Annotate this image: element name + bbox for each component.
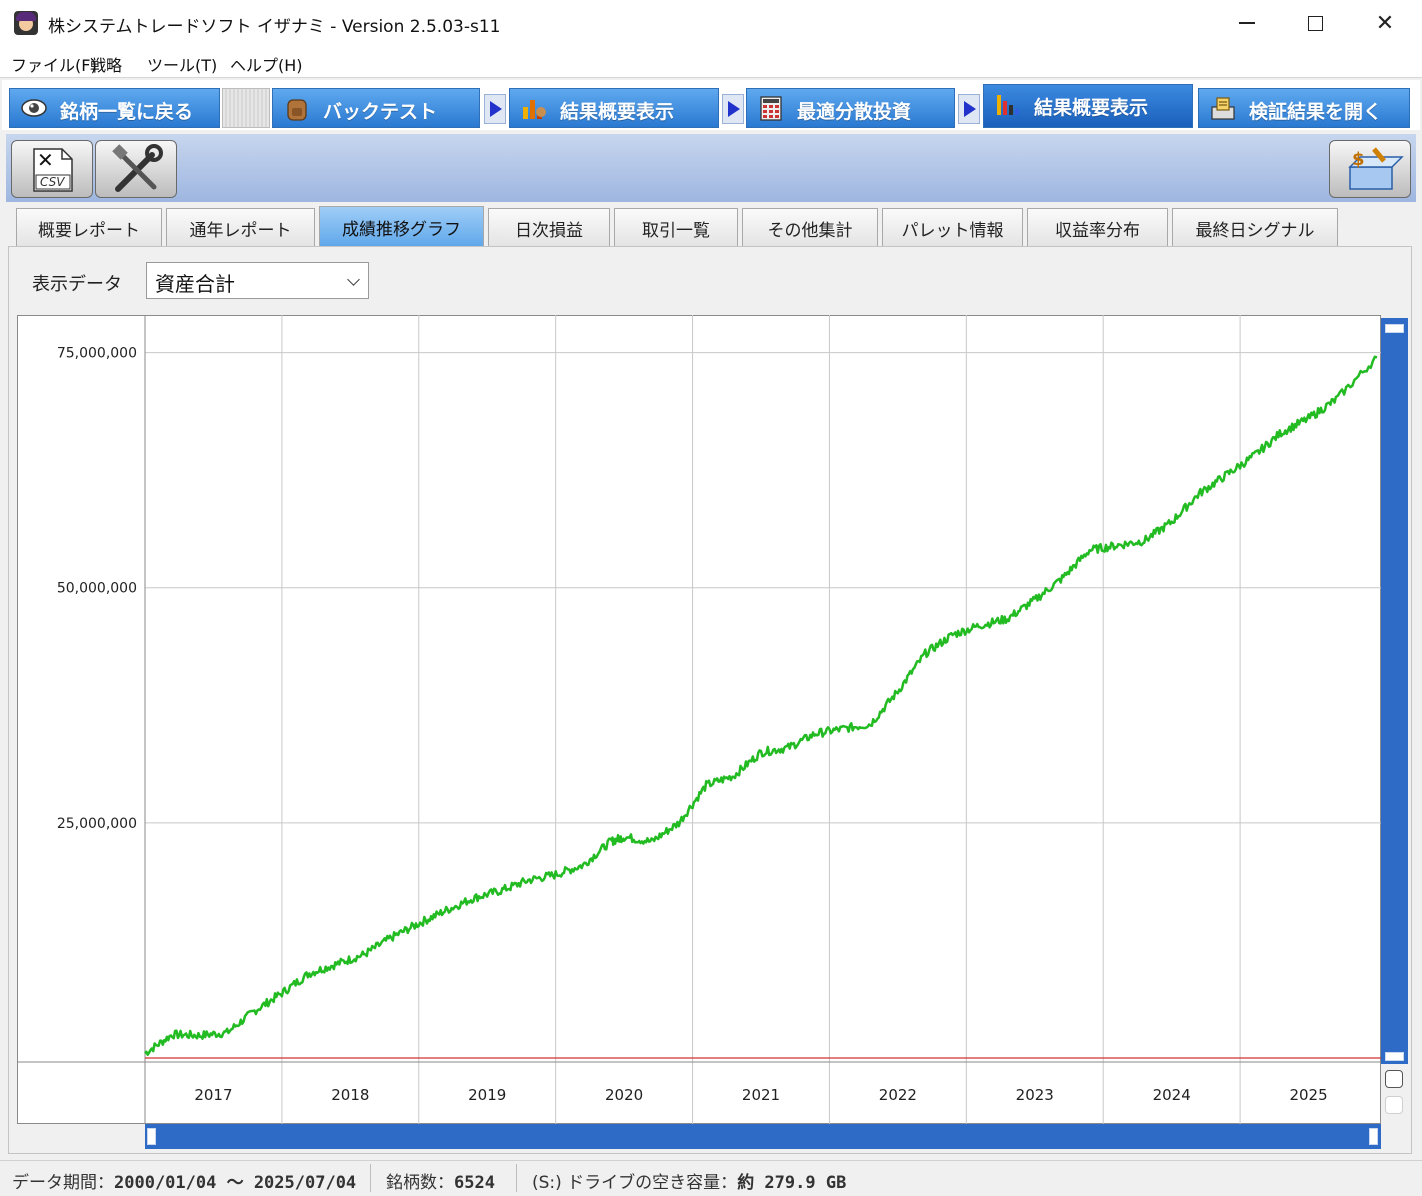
tab-results-summary-2[interactable]: 結果概要表示	[983, 84, 1193, 128]
csv-export-button[interactable]: ✕ CSV	[11, 140, 93, 198]
svg-text:✕: ✕	[37, 148, 54, 172]
status-drive-value: 約 279.9 GB	[737, 1173, 847, 1193]
x-tick-label: 2022	[879, 1086, 917, 1104]
svg-text:$: $	[1352, 149, 1365, 170]
tab-label: 銘柄一覧に戻る	[60, 101, 194, 123]
tab-label: 結果概要表示	[1034, 97, 1149, 119]
tab-backtest[interactable]: バックテスト	[272, 88, 480, 128]
x-tick-label: 2017	[194, 1086, 232, 1104]
menu-bar: ファイル(F) 戦略 ツール(T) ヘルプ(H)	[0, 46, 1422, 78]
tab-back-to-list[interactable]: 銘柄一覧に戻る	[9, 88, 220, 128]
y-tick-label: 75,000,000	[57, 346, 137, 362]
window-title: 株システムトレードソフト イザナミ - Version 2.5.03-s11	[48, 17, 501, 37]
close-icon: ✕	[1375, 10, 1395, 36]
flow-arrow-icon	[484, 94, 506, 124]
maximize-icon	[1307, 15, 1323, 31]
status-drive-space: (S:) ドライブの空き容量：約 279.9 GB	[532, 1168, 846, 1193]
status-period-label: データ期間：	[12, 1173, 114, 1193]
chart-option-checkbox-disabled	[1385, 1096, 1403, 1114]
x-tick-label: 2018	[331, 1086, 369, 1104]
app-logo-icon	[14, 11, 38, 35]
display-data-select[interactable]: 資産合計	[146, 262, 369, 299]
tab-label: バックテスト	[323, 101, 438, 123]
toolbar	[6, 134, 1416, 202]
subtab-annual-report[interactable]: 通年レポート	[166, 208, 315, 248]
minimize-button[interactable]	[1212, 0, 1282, 46]
tab-label: 結果概要表示	[560, 101, 675, 123]
vertical-scroll-handle-top[interactable]	[1385, 324, 1404, 333]
x-tick-label: 2020	[605, 1086, 643, 1104]
tab-open-results[interactable]: 検証結果を開く	[1198, 88, 1410, 128]
vertical-scroll-handle-bottom[interactable]	[1385, 1052, 1404, 1061]
money-box-button[interactable]: $	[1329, 140, 1411, 198]
status-separator	[370, 1164, 371, 1192]
horizontal-zoom-scrollbar[interactable]	[145, 1124, 1381, 1149]
title-bar: 株システムトレードソフト イザナミ - Version 2.5.03-s11 ✕	[0, 0, 1422, 46]
display-data-value: 資産合計	[155, 272, 235, 296]
tab-label: 最適分散投資	[797, 101, 912, 123]
flow-arrow-icon	[958, 94, 980, 124]
settings-tools-button[interactable]	[95, 140, 177, 198]
subtab-daily-pnl[interactable]: 日次損益	[488, 208, 610, 248]
y-tick-label: 50,000,000	[57, 581, 137, 597]
flow-arrow-icon	[722, 94, 744, 124]
subtab-summary-report[interactable]: 概要レポート	[16, 208, 162, 248]
status-count-label: 銘柄数：	[386, 1173, 454, 1193]
x-tick-label: 2021	[742, 1086, 780, 1104]
open-file-icon	[1211, 97, 1235, 120]
subtab-return-distribution[interactable]: 収益率分布	[1027, 208, 1168, 248]
horizontal-scroll-handle-right[interactable]	[1369, 1128, 1378, 1145]
menu-help[interactable]: ヘルプ(H)	[230, 52, 303, 76]
maximize-button[interactable]	[1280, 0, 1350, 46]
subtab-palette-info[interactable]: パレット情報	[882, 208, 1023, 248]
backpack-icon	[287, 99, 307, 121]
app-window: 株システムトレードソフト イザナミ - Version 2.5.03-s11 ✕…	[0, 0, 1422, 1196]
menu-file[interactable]: ファイル(F)	[11, 52, 97, 76]
y-tick-label: 25,000,000	[57, 816, 137, 832]
tab-results-summary-1[interactable]: 結果概要表示	[509, 88, 719, 128]
x-tick-label: 2023	[1016, 1086, 1054, 1104]
chevron-down-icon	[347, 273, 360, 286]
horizontal-scroll-handle-left[interactable]	[147, 1128, 156, 1145]
vertical-zoom-scrollbar[interactable]	[1381, 318, 1408, 1064]
tab-spacer	[222, 88, 270, 128]
display-data-label: 表示データ	[32, 274, 122, 295]
x-tick-label: 2019	[468, 1086, 506, 1104]
tab-optimal-diversification[interactable]: 最適分散投資	[746, 88, 955, 128]
csv-file-icon: ✕	[33, 148, 73, 192]
calculator-icon	[760, 96, 782, 121]
close-button[interactable]: ✕	[1350, 0, 1420, 46]
status-separator	[516, 1164, 517, 1192]
status-drive-label: (S:) ドライブの空き容量：	[532, 1173, 738, 1193]
bar-chart-icon	[523, 100, 546, 119]
subtab-other-stats[interactable]: その他集計	[742, 208, 878, 248]
eye-icon	[21, 99, 47, 117]
subtab-performance-graph[interactable]: 成績推移グラフ	[319, 206, 484, 248]
x-tick-label: 2024	[1153, 1086, 1191, 1104]
csv-label: CSV	[40, 175, 65, 189]
tools-icon	[112, 144, 163, 192]
menu-strategy[interactable]: 戦略	[90, 52, 122, 76]
status-period-value: 2000/01/04 〜 2025/07/04	[114, 1173, 357, 1193]
bar-chart-icon	[997, 95, 1019, 115]
money-box-icon: $	[1348, 147, 1404, 190]
chart-option-checkbox[interactable]	[1385, 1070, 1403, 1088]
minimize-icon	[1239, 22, 1255, 24]
subtab-last-day-signal[interactable]: 最終日シグナル	[1172, 208, 1338, 248]
performance-chart: 75,000,000 50,000,000 25,000,000 2017 2018 20…	[17, 315, 1381, 1124]
asset-total-series-line	[144, 355, 1378, 1056]
status-count-value: 6524	[454, 1173, 495, 1193]
status-stock-count: 銘柄数：6524	[386, 1168, 495, 1193]
menu-tools[interactable]: ツール(T)	[147, 52, 217, 76]
subtab-trade-list[interactable]: 取引一覧	[614, 208, 738, 248]
status-period: データ期間：2000/01/04 〜 2025/07/04	[12, 1168, 356, 1193]
tab-label: 検証結果を開く	[1249, 101, 1383, 123]
x-tick-label: 2025	[1289, 1086, 1327, 1104]
